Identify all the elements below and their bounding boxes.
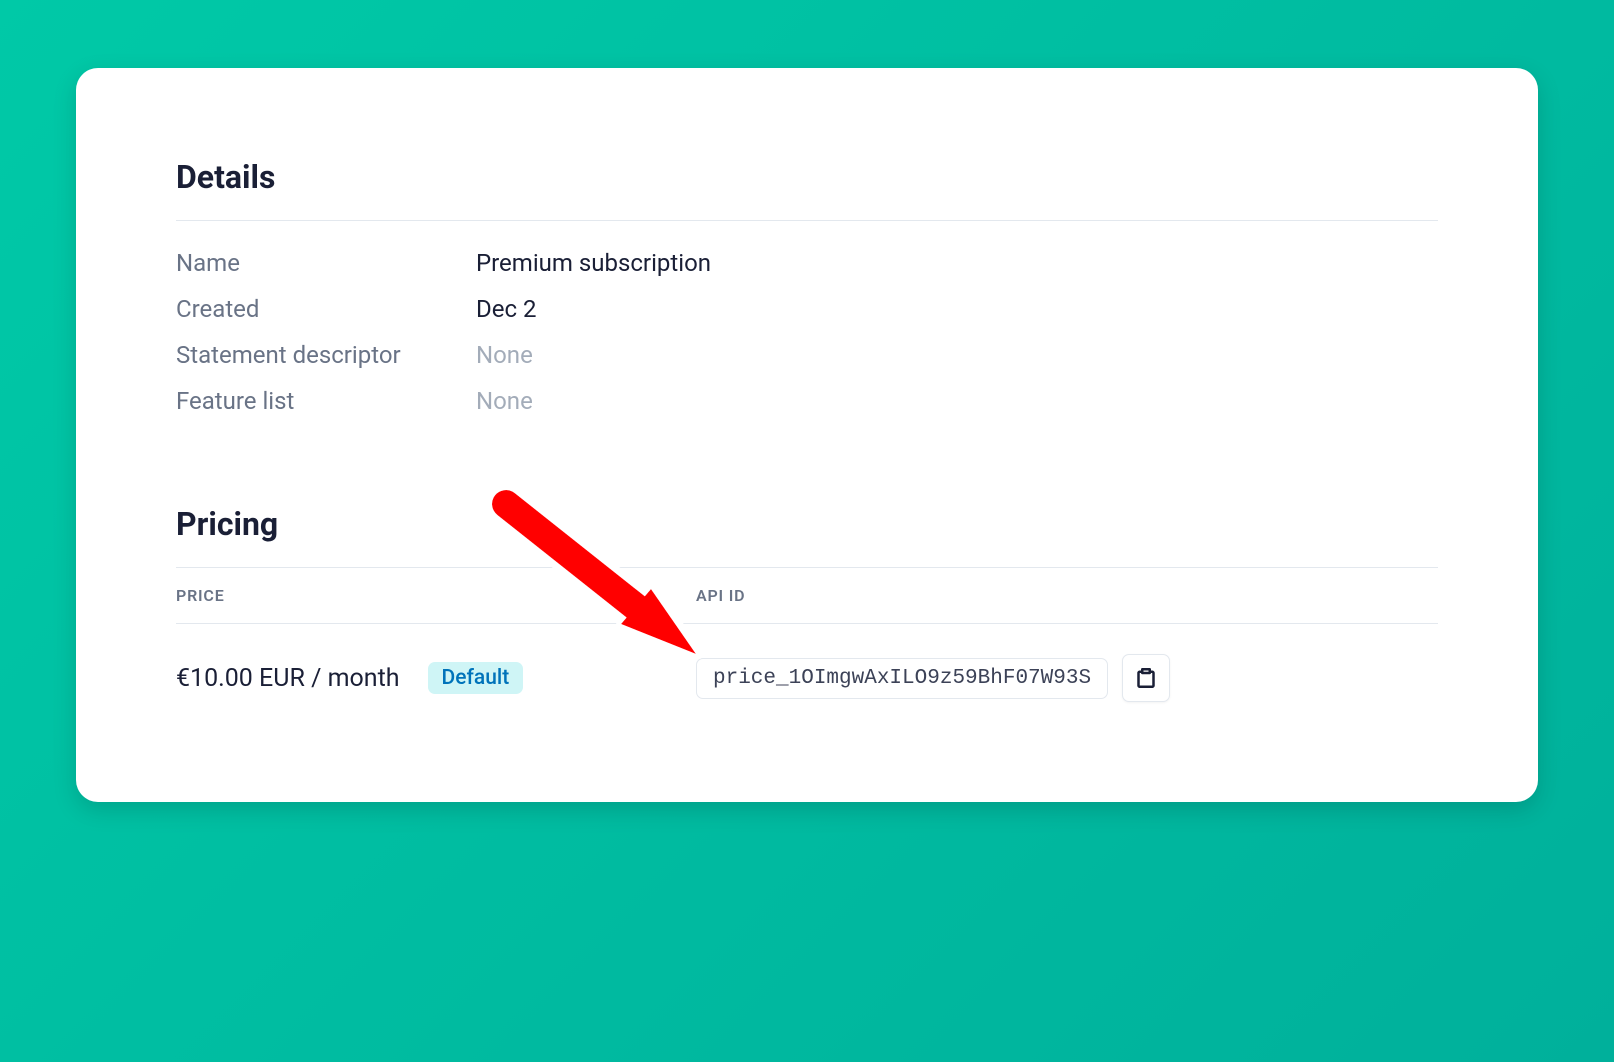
api-id-cell: price_1OImgwAxILO9z59BhF07W93S — [696, 654, 1438, 702]
detail-row-features: Feature list None — [176, 387, 1438, 415]
detail-value: Dec 2 — [476, 295, 536, 323]
details-card: Details Name Premium subscription Create… — [76, 68, 1538, 802]
details-heading: Details — [176, 158, 1438, 196]
section-divider — [176, 220, 1438, 221]
pricing-row: €10.00 EUR / month Default price_1OImgwA… — [176, 624, 1438, 712]
column-header-api-id: API ID — [696, 586, 1438, 605]
detail-label: Name — [176, 249, 476, 277]
pricing-table-header: PRICE API ID — [176, 567, 1438, 624]
column-header-price: PRICE — [176, 586, 696, 605]
copy-button[interactable] — [1122, 654, 1170, 702]
detail-label: Statement descriptor — [176, 341, 476, 369]
detail-row-created: Created Dec 2 — [176, 295, 1438, 323]
detail-row-statement: Statement descriptor None — [176, 341, 1438, 369]
detail-label: Feature list — [176, 387, 476, 415]
detail-value: Premium subscription — [476, 249, 711, 277]
price-cell: €10.00 EUR / month Default — [176, 662, 696, 694]
api-id-value[interactable]: price_1OImgwAxILO9z59BhF07W93S — [696, 658, 1108, 699]
detail-label: Created — [176, 295, 476, 323]
default-badge: Default — [428, 662, 524, 694]
price-value: €10.00 EUR / month — [176, 664, 400, 693]
details-list: Name Premium subscription Created Dec 2 … — [176, 249, 1438, 415]
clipboard-icon — [1137, 668, 1155, 688]
pricing-heading: Pricing — [176, 505, 1438, 543]
detail-value: None — [476, 387, 533, 415]
detail-value: None — [476, 341, 533, 369]
detail-row-name: Name Premium subscription — [176, 249, 1438, 277]
